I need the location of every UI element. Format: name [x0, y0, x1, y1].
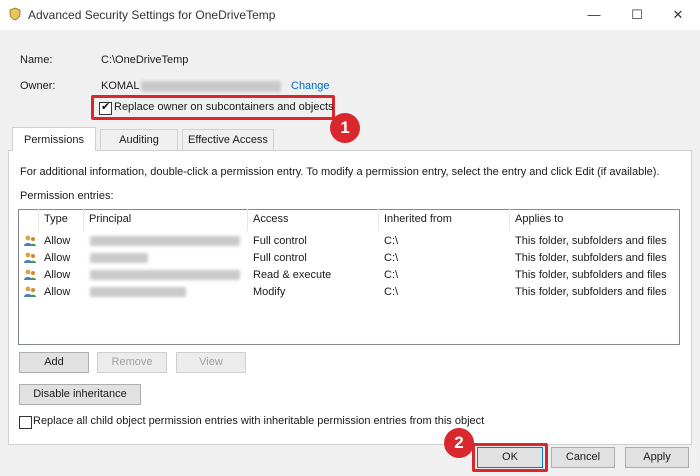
user-group-icon [24, 252, 36, 263]
column-separator [83, 209, 84, 231]
principal-redacted [90, 270, 240, 280]
principal-redacted [90, 253, 148, 263]
row-type: Allow [44, 252, 71, 264]
column-separator [247, 209, 248, 231]
change-owner-link[interactable]: Change [291, 80, 330, 92]
row-access: Full control [253, 252, 307, 264]
user-group-icon [24, 286, 36, 297]
owner-detail-redacted [141, 81, 281, 92]
row-inherited-from: C:\ [384, 269, 399, 281]
row-type: Allow [44, 286, 71, 298]
maximize-button[interactable]: ☐ [626, 4, 648, 26]
cancel-button[interactable]: Cancel [551, 447, 615, 468]
name-label: Name: [20, 54, 53, 66]
column-separator [509, 209, 510, 231]
row-access: Modify [253, 286, 286, 298]
window-title: Advanced Security Settings for OneDriveT… [28, 8, 276, 22]
column-separator [38, 209, 39, 231]
column-header-principal[interactable]: Principal [89, 213, 131, 225]
remove-button[interactable]: Remove [97, 352, 167, 373]
checkmark-icon: ✔ [101, 101, 111, 113]
row-applies-to: This folder, subfolders and files [515, 252, 667, 264]
security-shield-icon [9, 7, 21, 21]
row-access: Read & execute [253, 269, 332, 281]
add-button[interactable]: Add [19, 352, 89, 373]
close-button[interactable]: ✕ [667, 4, 689, 26]
row-applies-to: This folder, subfolders and files [515, 269, 667, 281]
row-access: Full control [253, 235, 307, 247]
apply-button[interactable]: Apply [625, 447, 689, 468]
callout-1: 1 [330, 113, 360, 143]
row-applies-to: This folder, subfolders and files [515, 286, 667, 298]
user-group-icon [24, 235, 36, 246]
disable-inheritance-button[interactable]: Disable inheritance [19, 384, 141, 405]
column-header-applies-to[interactable]: Applies to [515, 213, 563, 225]
name-value: C:\OneDriveTemp [101, 54, 189, 66]
row-inherited-from: C:\ [384, 252, 399, 264]
principal-redacted [90, 287, 186, 297]
replace-owner-checkbox[interactable]: ✔ [99, 101, 112, 115]
column-header-inherited-from[interactable]: Inherited from [384, 213, 452, 225]
column-header-access[interactable]: Access [253, 213, 288, 225]
minimize-button[interactable]: — [583, 4, 605, 26]
owner-label: Owner: [20, 80, 56, 92]
row-type: Allow [44, 235, 71, 247]
replace-child-permissions-label: Replace all child object permission entr… [33, 415, 485, 427]
user-group-icon [24, 269, 36, 280]
callout-2: 2 [444, 428, 474, 458]
column-separator [378, 209, 379, 231]
help-text: For additional information, double-click… [20, 166, 660, 178]
replace-owner-label: Replace owner on subcontainers and objec… [114, 101, 334, 113]
row-inherited-from: C:\ [384, 235, 399, 247]
view-button[interactable]: View [176, 352, 246, 373]
tab-effective-access[interactable]: Effective Access [182, 129, 274, 150]
row-inherited-from: C:\ [384, 286, 399, 298]
row-type: Allow [44, 269, 71, 281]
principal-redacted [90, 236, 240, 246]
ok-button[interactable]: OK [477, 447, 543, 468]
replace-child-permissions-checkbox[interactable] [19, 416, 32, 429]
row-applies-to: This folder, subfolders and files [515, 235, 667, 247]
tab-permissions[interactable]: Permissions [12, 127, 96, 151]
owner-value: KOMAL [101, 80, 140, 92]
permission-entries-label: Permission entries: [20, 190, 114, 202]
column-header-type[interactable]: Type [44, 213, 68, 225]
tab-auditing[interactable]: Auditing [100, 129, 178, 150]
